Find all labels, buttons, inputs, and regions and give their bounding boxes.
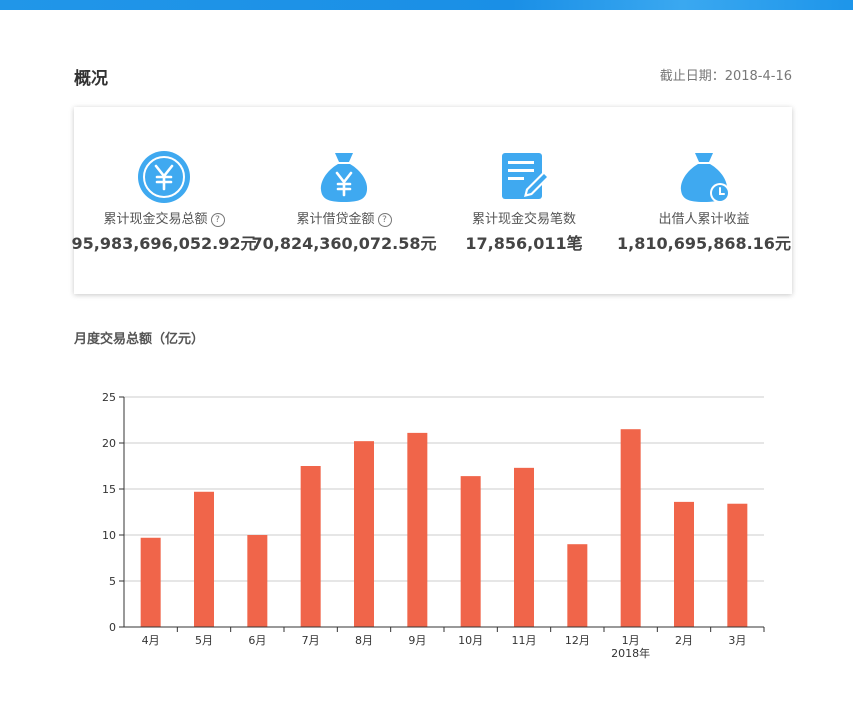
y-tick-label: 20 xyxy=(102,437,116,450)
x-tick-label: 3月 xyxy=(728,634,746,647)
x-tick-label: 10月 xyxy=(458,634,483,647)
top-accent-bar xyxy=(0,0,853,10)
bar[interactable] xyxy=(460,476,481,627)
year-label: 2018年 xyxy=(611,646,650,660)
chart-title: 月度交易总额（亿元） xyxy=(74,332,205,347)
x-tick-label: 9月 xyxy=(408,634,426,647)
y-tick-label: 15 xyxy=(102,483,116,496)
x-tick-label: 2月 xyxy=(675,634,693,647)
y-tick-label: 10 xyxy=(102,529,116,542)
stat-total-transaction: 累计现金交易总额? 95,983,696,052.92元 xyxy=(71,107,257,294)
x-tick-label: 1月 xyxy=(622,634,640,647)
help-icon[interactable]: ? xyxy=(377,213,392,227)
bar[interactable] xyxy=(354,441,374,627)
y-tick-label: 5 xyxy=(109,575,116,588)
stat-value: 1,810,695,868.16元 xyxy=(617,234,791,253)
stat-value: 70,824,360,072.58元 xyxy=(251,234,437,253)
bar[interactable] xyxy=(620,429,641,627)
bar[interactable] xyxy=(567,544,588,627)
stat-lender-earnings: 出借人累计收益 1,810,695,868.16元 xyxy=(614,107,794,294)
help-icon[interactable]: ? xyxy=(210,213,225,227)
x-tick-label: 5月 xyxy=(195,634,213,647)
bar[interactable] xyxy=(194,491,214,627)
bar[interactable] xyxy=(407,432,428,627)
x-tick-label: 4月 xyxy=(142,634,160,647)
stat-label: 累计借贷金额? xyxy=(254,208,434,227)
stat-value: 17,856,011笔 xyxy=(465,234,583,253)
bar[interactable] xyxy=(514,467,534,627)
x-tick-label: 11月 xyxy=(512,634,537,647)
money-bag-clock-icon xyxy=(680,153,730,203)
monthly-volume-bar-chart: 0 5 10 15 20 25 4月 5月 6月 7月 8月 9月 10月 11月 12月 1月2018年 2月… xyxy=(102,391,765,660)
money-bag-icon xyxy=(320,153,368,202)
yen-coin-icon xyxy=(138,151,190,203)
y-tick-label: 25 xyxy=(102,391,116,404)
y-tick-label: 0 xyxy=(109,621,116,634)
document-edit-icon xyxy=(502,153,550,199)
bar[interactable] xyxy=(300,466,321,627)
grid-lines xyxy=(124,396,764,582)
x-tick-label: 7月 xyxy=(302,634,320,647)
stat-label: 累计现金交易笔数 xyxy=(471,212,576,227)
stat-label: 累计现金交易总额? xyxy=(74,208,254,227)
stat-value: 95,983,696,052.92元 xyxy=(71,234,257,253)
bar[interactable] xyxy=(674,501,694,627)
page-title: 概况 xyxy=(74,69,108,89)
cutoff-date: 截止日期：2018-4-16 xyxy=(659,69,792,84)
stat-label: 出借人累计收益 xyxy=(658,212,750,227)
x-tick-label: 12月 xyxy=(565,634,590,647)
stat-transaction-count: 累计现金交易笔数 17,856,011笔 xyxy=(434,107,614,294)
bars xyxy=(140,429,748,627)
stat-total-loan: 累计借贷金额? 70,824,360,072.58元 xyxy=(251,107,437,294)
x-tick-label: 8月 xyxy=(355,634,373,647)
bar[interactable] xyxy=(247,535,268,627)
stats-card: 累计现金交易总额? 95,983,696,052.92元 累计借贷金额? 70,… xyxy=(71,107,794,294)
bar[interactable] xyxy=(140,537,161,627)
x-tick-label: 6月 xyxy=(248,634,266,647)
bar[interactable] xyxy=(727,503,748,627)
